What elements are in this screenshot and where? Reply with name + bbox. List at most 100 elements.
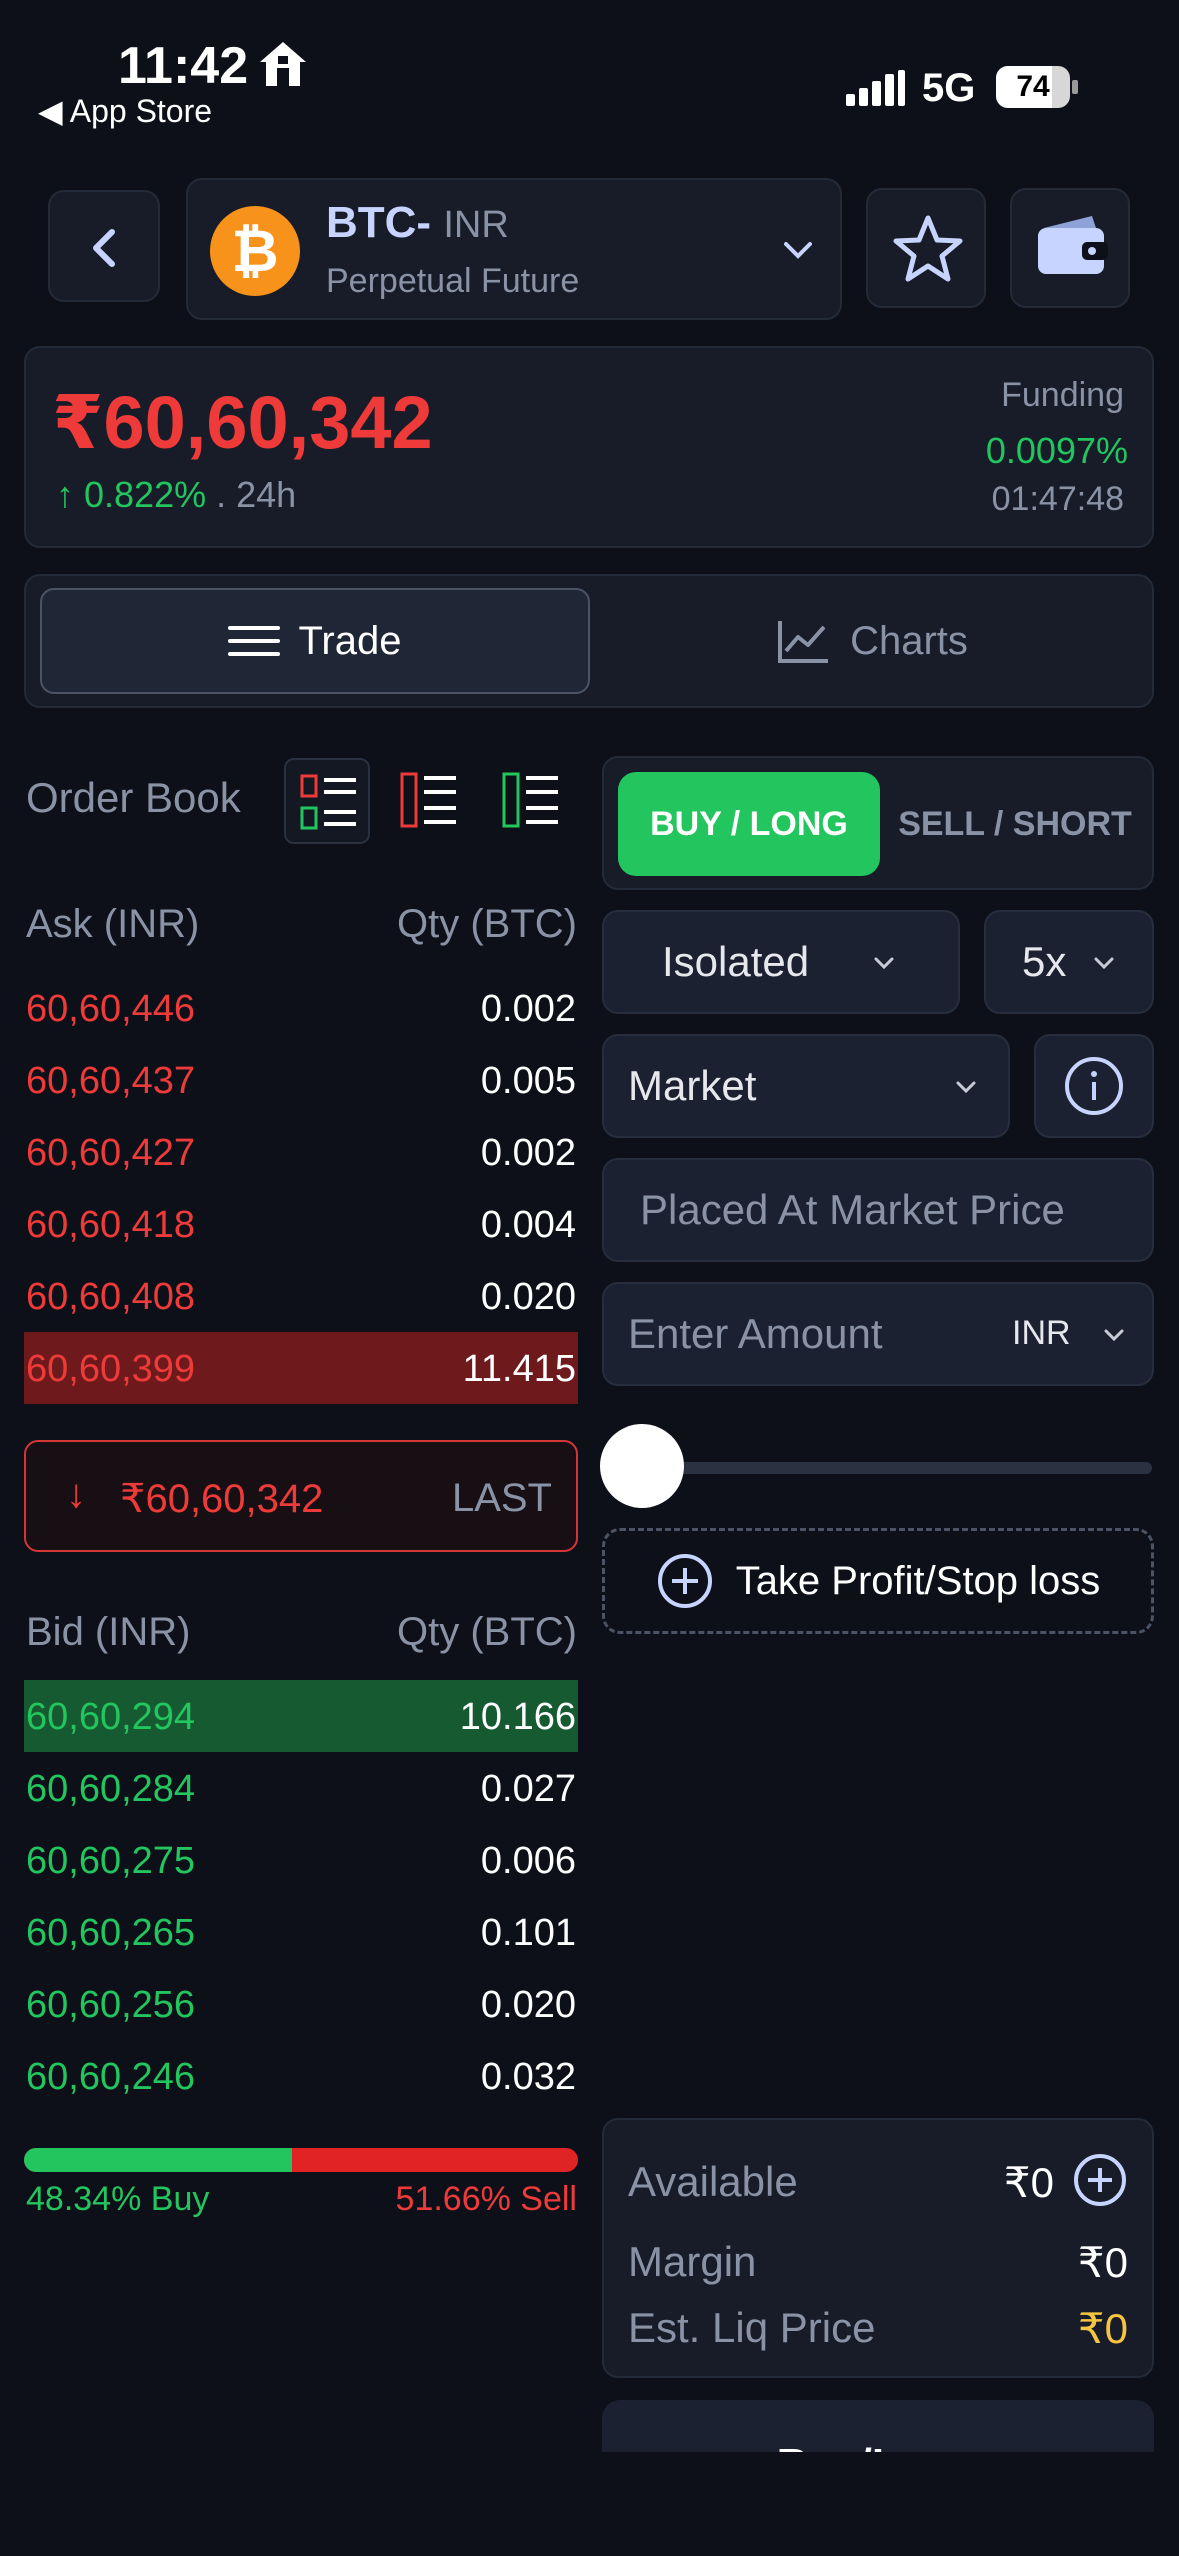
buy-ratio-label: 48.34% Buy [26,2180,210,2218]
ask-qty: 0.005 [480,1060,576,1102]
bid-qty: 0.032 [480,2056,576,2098]
buy-ratio-fill [24,2148,292,2172]
wallet-button[interactable] [1010,188,1130,308]
bid-row[interactable]: 60,60,265 0.101 [24,1896,578,1968]
ask-price: 60,60,446 [26,988,196,1030]
last-traded-price: ₹60,60,342 [120,1477,324,1521]
funding-rate: 0.0097% [985,430,1128,471]
ask-row[interactable]: 60,60,427 0.002 [24,1116,578,1188]
margin-value: ₹0 [1077,2239,1128,2286]
ask-qty: 0.004 [480,1204,576,1246]
sell-ratio-label: 51.66% Sell [395,2180,577,2218]
btc-logo-icon: ₿ [210,206,300,296]
sell-short-button[interactable]: SELL / SHORT [884,772,1146,876]
bid-qty: 0.101 [480,1912,576,1954]
bid-qty: 0.020 [480,1984,576,2026]
info-icon [1065,1057,1123,1115]
ticker-card: ₹60,60,342 ↑ 0.822% . 24h Funding 0.0097… [24,346,1154,548]
ask-row[interactable]: 60,60,399 11.415 [24,1332,578,1404]
amount-field[interactable]: Enter Amount INR [602,1282,1154,1386]
bid-price: 60,60,275 [26,1840,196,1882]
margin-label: Margin [628,2238,757,2285]
tab-charts[interactable]: Charts [604,588,1140,694]
bid-row[interactable]: 60,60,246 0.032 [24,2040,578,2112]
price-change: ↑ 0.822% . 24h [56,474,296,516]
tab-charts-label: Charts [850,618,968,663]
funding-countdown: 01:47:48 [991,480,1124,518]
pair-quote: INR [443,204,509,246]
amount-slider-track[interactable] [640,1462,1152,1474]
ask-qty: 11.415 [462,1348,576,1390]
buy-long-button[interactable]: BUY / LONG [618,772,880,876]
arrow-up-icon: ↑ [56,474,74,515]
margin-row: Margin ₹0 [628,2238,1128,2288]
battery-level: 74 [1016,70,1050,103]
ask-row[interactable]: 60,60,408 0.020 [24,1260,578,1332]
leverage-select[interactable]: 5x [984,910,1154,1014]
liq-price-row: Est. Liq Price ₹0 [628,2304,1128,2354]
amount-currency[interactable]: INR [1012,1314,1071,1353]
back-button[interactable] [48,190,160,302]
ask-price: 60,60,408 [26,1276,196,1318]
bid-row[interactable]: 60,60,284 0.027 [24,1752,578,1824]
buy-sell-ratio-bar [24,2148,578,2172]
orderbook-view-bids-button[interactable] [488,758,574,844]
bid-row[interactable]: 60,60,294 10.166 [24,1680,578,1752]
price-placeholder: Placed At Market Price [640,1186,1065,1233]
plus-circle-icon [657,1554,712,1608]
orderbook-view-both-button[interactable] [284,758,370,844]
orderbook-bids-icon [502,772,558,828]
arrow-down-icon: ↓ [66,1472,86,1516]
bid-price: 60,60,246 [26,2056,196,2098]
side-toggle: BUY / LONG SELL / SHORT [602,756,1154,890]
order-type-value: Market [628,1062,757,1109]
network-type: 5G [922,66,976,110]
liq-price-value: ₹0 [1077,2305,1128,2352]
bid-row[interactable]: 60,60,256 0.020 [24,1968,578,2040]
orderbook-view-asks-button[interactable] [386,758,472,844]
back-to-app-store-link[interactable]: ◀ App Store [38,92,212,130]
ask-row[interactable]: 60,60,446 0.002 [24,972,578,1044]
ask-price: 60,60,437 [26,1060,196,1102]
bid-qty: 10.166 [459,1696,576,1738]
ask-row[interactable]: 60,60,418 0.004 [24,1188,578,1260]
chevron-left-icon [93,229,115,267]
favorite-button[interactable] [866,188,986,308]
margin-mode-value: Isolated [662,938,810,985]
ask-price-header: Ask (INR) [26,902,200,946]
order-info-button[interactable] [1034,1034,1154,1138]
available-value: ₹0 [1003,2159,1054,2206]
chevron-down-icon [956,1081,976,1094]
status-time: 11:42 [118,37,249,95]
bid-price: 60,60,294 [26,1696,196,1738]
margin-mode-select[interactable]: Isolated [602,910,960,1014]
chevron-down-icon [784,242,812,259]
ask-qty: 0.002 [480,988,576,1030]
bid-price: 60,60,256 [26,1984,196,2026]
amount-slider-handle[interactable] [600,1424,684,1508]
ask-row[interactable]: 60,60,437 0.005 [24,1044,578,1116]
wallet-icon [1038,216,1108,274]
tab-trade[interactable]: Trade [40,588,590,694]
bid-qty: 0.006 [480,1840,576,1882]
change-period: . 24h [206,474,297,515]
last-price: ₹60,60,342 [52,381,433,464]
take-profit-stop-loss-button[interactable]: Take Profit/Stop loss [602,1528,1154,1634]
order-summary: Available ₹0 Margin ₹0 Est. Liq Price ₹0 [602,2118,1154,2378]
leverage-value: 5x [1022,938,1067,985]
order-type-select[interactable]: Market [602,1034,1010,1138]
menu-icon [228,626,281,656]
add-funds-icon[interactable] [1072,2152,1128,2208]
ask-price: 60,60,399 [26,1348,196,1390]
tpsl-label: Take Profit/Stop loss [735,1558,1101,1603]
ask-qty: 0.002 [480,1132,576,1174]
funding-label: Funding [1001,376,1124,414]
pair-selector[interactable]: ₿ BTC- INR Perpetual Future [186,178,842,320]
amount-placeholder: Enter Amount [628,1310,883,1357]
order-book-title: Order Book [26,774,241,821]
orderbook-both-icon [300,774,356,830]
bid-row[interactable]: 60,60,275 0.006 [24,1824,578,1896]
bottom-safe-area [0,2452,1179,2556]
price-field[interactable]: Placed At Market Price [602,1158,1154,1262]
last-price-box: ↓ ₹60,60,342 LAST [24,1440,578,1552]
